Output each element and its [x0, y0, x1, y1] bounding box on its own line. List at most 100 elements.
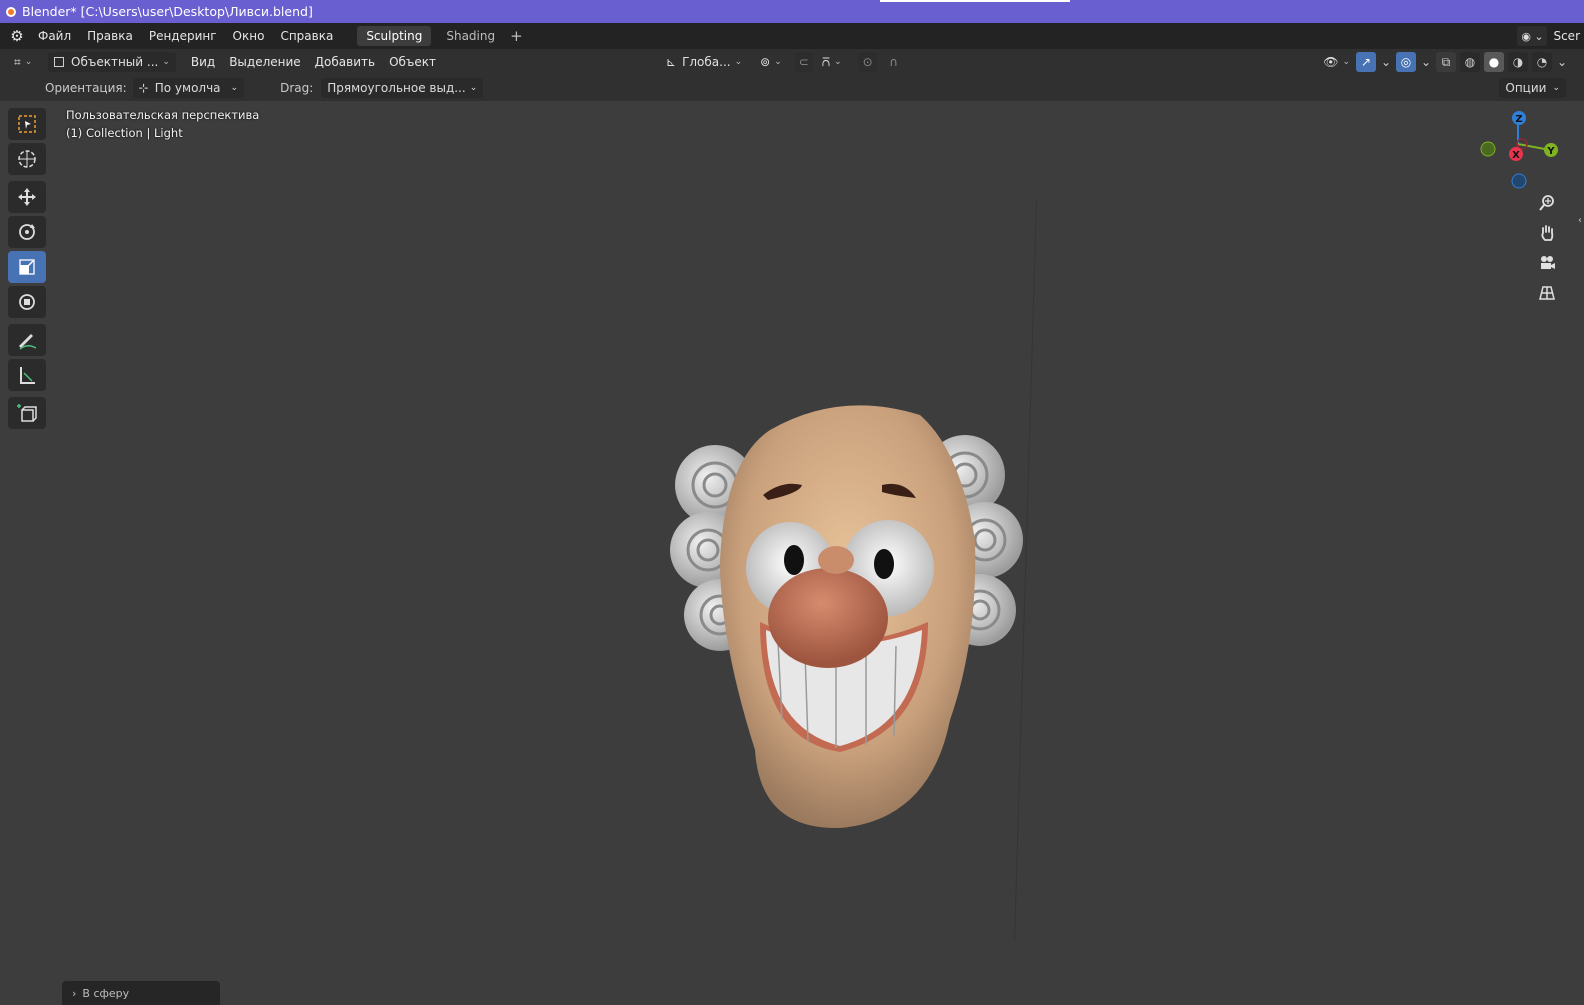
right-pupil [874, 549, 894, 579]
chevron-down-icon[interactable]: ⌄ [1420, 52, 1432, 72]
rendered-shading-icon[interactable]: ◔ [1532, 52, 1552, 72]
left-toolbar [8, 108, 50, 432]
blender-logo-icon [6, 6, 16, 17]
sidebar-toggle-icon[interactable]: ‹ [1578, 215, 1582, 226]
move-icon [18, 188, 36, 206]
menu-view[interactable]: Вид [184, 55, 222, 69]
material-preview-icon[interactable]: ◑ [1508, 52, 1528, 72]
editor-type-button[interactable]: ⌗ ⌄ [8, 52, 42, 72]
scale-tool[interactable] [8, 251, 46, 283]
menu-render[interactable]: Рендеринг [141, 29, 225, 43]
transform-controls: ⊾ Глоба... ⌄ ⊚ ⌄ ⊂ ⩃ ⌄ ⊙ ∩ [660, 52, 904, 72]
proportional-edit-icon[interactable]: ⊙ [857, 52, 878, 72]
snap-target-dropdown[interactable]: ⩃ ⌄ [820, 52, 844, 72]
select-box-tool[interactable] [8, 108, 46, 140]
transform-icon [19, 294, 35, 310]
transform-tool[interactable] [8, 286, 46, 318]
neg-y-axis-handle[interactable] [1480, 141, 1496, 157]
menu-window[interactable]: Окно [225, 29, 273, 43]
select-box-icon [18, 115, 36, 133]
orientation-dropdown[interactable]: ⊹ По умолча ⌄ [132, 78, 245, 98]
rotate-icon [19, 224, 35, 240]
transform-orientation-dropdown[interactable]: ⊾ Глоба... ⌄ [660, 52, 748, 72]
orientation-label: Ориентация: [45, 81, 127, 95]
visibility-dropdown[interactable]: 👁 ⌄ [1321, 52, 1352, 72]
chevron-down-icon: ⌄ [230, 83, 239, 93]
menu-object[interactable]: Объект [382, 55, 443, 69]
drag-value: Прямоугольное выд... [327, 81, 466, 95]
last-operator-panel[interactable]: › В сферу [62, 981, 220, 1005]
measure-tool[interactable] [8, 359, 46, 391]
menu-file[interactable]: Файл [30, 29, 79, 43]
title-bar: Blender* [C:\Users\user\Desktop\Ливси.bl… [0, 0, 1584, 23]
zoom-button[interactable] [1533, 190, 1561, 216]
rotate-tool[interactable] [8, 216, 46, 248]
cursor-icon [18, 150, 36, 168]
nose [768, 568, 888, 668]
chevron-right-icon: › [72, 986, 77, 1000]
scene-name[interactable]: Scer [1553, 29, 1584, 43]
chevron-down-icon[interactable]: ⌄ [1380, 52, 1392, 72]
camera-icon [1541, 256, 1555, 269]
perspective-toggle-button[interactable] [1533, 280, 1561, 306]
nose-bridge [818, 546, 854, 574]
neg-z-axis-handle[interactable] [1511, 173, 1527, 189]
view-name: Пользовательская перспектива [66, 108, 260, 122]
mode-label: Объектный ... [71, 55, 159, 69]
zoom-magnifier-icon [1539, 195, 1554, 211]
move-tool[interactable] [8, 181, 46, 213]
solid-shading-icon[interactable]: ● [1484, 52, 1504, 72]
annotate-tool[interactable] [8, 324, 46, 356]
add-workspace-button[interactable]: + [510, 27, 523, 45]
top-menu-bar: ⚙ Файл Правка Рендеринг Окно Справка Scu… [0, 23, 1584, 49]
mode-dropdown[interactable]: Объектный ... ⌄ [48, 52, 176, 72]
object-mode-icon [54, 57, 64, 67]
title-accent-bar [880, 0, 1070, 2]
drag-dropdown[interactable]: Прямоугольное выд... ⌄ [321, 78, 484, 98]
snap-increment-icon: ⩃ [821, 54, 831, 69]
chevron-down-icon: ⌄ [469, 83, 478, 93]
x-axis-label: X [1512, 150, 1520, 161]
scene-selector: ◉ ⌄ Scer [1517, 25, 1584, 47]
viewport-header: ⌗ ⌄ Объектный ... ⌄ Вид Выделение Добавит… [0, 49, 1584, 75]
collection-info: (1) Collection | Light [66, 126, 183, 140]
snap-toggle-icon[interactable]: ⊂ [793, 52, 814, 72]
hand-icon [1541, 225, 1554, 241]
scale-icon [19, 259, 35, 275]
xray-toggle-icon[interactable]: ⧉ [1436, 52, 1456, 72]
menu-select[interactable]: Выделение [222, 55, 307, 69]
options-dropdown[interactable]: Опции ⌄ [1499, 78, 1566, 98]
chevron-down-icon: ⌄ [734, 57, 743, 67]
tab-sculpting[interactable]: Sculpting [357, 26, 432, 46]
camera-view-button[interactable] [1533, 250, 1561, 276]
menu-help[interactable]: Справка [272, 29, 341, 43]
gizmos-toggle-icon[interactable]: ↗ [1356, 52, 1376, 72]
z-axis-label: Z [1515, 114, 1522, 125]
pivot-point-dropdown[interactable]: ⊚ ⌄ [754, 52, 788, 72]
chevron-down-icon: ⌄ [162, 57, 170, 67]
add-cube-tool[interactable] [8, 397, 46, 429]
chevron-down-icon[interactable]: ⌄ [1556, 52, 1568, 72]
scene-browse-button[interactable]: ◉ ⌄ [1517, 26, 1548, 46]
navigation-gizmo[interactable]: Z Y X [1470, 104, 1570, 204]
transform-orientation-label: Глоба... [682, 55, 731, 69]
menu-add[interactable]: Добавить [308, 55, 382, 69]
annotate-pencil-icon [19, 334, 37, 350]
orientation-axes-icon: ⊹ [138, 81, 149, 95]
menu-edit[interactable]: Правка [79, 29, 141, 43]
viewport-display-controls: 👁 ⌄ ↗ ⌄ ◎ ⌄ ⧉ ◍ ● ◑ ◔ ⌄ [1321, 52, 1568, 72]
livesey-head-model[interactable] [660, 390, 1040, 840]
editor-type-icon: ⌗ [14, 54, 21, 69]
tool-settings-bar: Ориентация: ⊹ По умолча ⌄ Drag: Прямоуго… [0, 75, 1584, 101]
pan-button[interactable] [1533, 220, 1561, 246]
tab-shading[interactable]: Shading [437, 26, 504, 46]
blender-menu-icon[interactable]: ⚙ [4, 27, 30, 45]
wireframe-shading-icon[interactable]: ◍ [1460, 52, 1480, 72]
overlays-toggle-icon[interactable]: ◎ [1396, 52, 1416, 72]
pivot-icon: ⊚ [760, 55, 771, 69]
operator-label: В сферу [82, 986, 130, 1000]
grid-perspective-icon [1539, 286, 1555, 300]
falloff-curve-icon[interactable]: ∩ [884, 52, 904, 72]
cursor-tool[interactable] [8, 143, 46, 175]
add-cube-icon [17, 404, 37, 422]
